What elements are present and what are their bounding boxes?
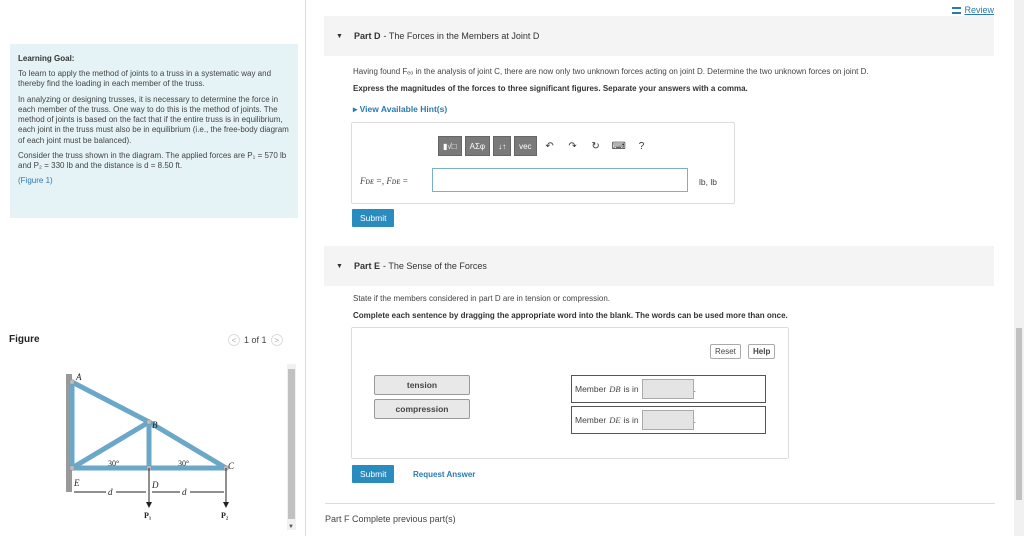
math-toolbar: ▮√□ AΣφ ↓↑ vec ↶ ↷ ↻ ⌨ ? bbox=[438, 136, 652, 156]
part-d-title: - The Forces in the Members at Joint D bbox=[383, 31, 540, 41]
symbols-button[interactable]: AΣφ bbox=[464, 136, 491, 156]
sentence-db-member: DB bbox=[609, 384, 621, 394]
main-scrollbar[interactable] bbox=[1014, 0, 1024, 536]
reset-button[interactable]: Reset bbox=[710, 344, 741, 359]
answer-box: ▮√□ AΣφ ↓↑ vec ↶ ↷ ↻ ⌨ ? Fᴅᴇ =, Fᴅᴇ = lb… bbox=[351, 122, 735, 204]
distance-label-right: d bbox=[182, 487, 187, 497]
dimension-lines bbox=[74, 468, 227, 504]
learning-goal-title: Learning Goal: bbox=[18, 54, 75, 63]
figure-title: Figure bbox=[9, 334, 40, 345]
request-answer-link[interactable]: Request Answer bbox=[413, 470, 475, 479]
angle-label-right: 30° bbox=[178, 459, 189, 468]
part-e-submit-button[interactable]: Submit bbox=[352, 465, 395, 483]
part-d-submit-button[interactable]: Submit bbox=[352, 209, 395, 227]
joint-label-e: E bbox=[73, 478, 80, 488]
angle-label-left: 30° bbox=[108, 459, 119, 468]
figure-link[interactable]: (Figure 1) bbox=[18, 176, 290, 186]
vector-button[interactable]: vec bbox=[514, 136, 537, 156]
sentence-de-suffix: is in bbox=[623, 415, 639, 425]
word-compression[interactable]: compression bbox=[374, 399, 470, 419]
blank-db[interactable] bbox=[641, 379, 694, 399]
sentence-db-prefix: Member bbox=[575, 384, 607, 394]
review-label: Review bbox=[964, 5, 994, 15]
figure-pager: < 1 of 1 > bbox=[228, 334, 283, 346]
undo-icon[interactable]: ↶ bbox=[540, 136, 560, 156]
learning-goal-text: To learn to apply the method of joints t… bbox=[18, 69, 272, 89]
load-arrows bbox=[146, 502, 229, 508]
equation-label: Fᴅᴇ =, Fᴅᴇ = bbox=[360, 176, 409, 186]
part-f-row: Part F Complete previous part(s) bbox=[325, 503, 995, 524]
joint-label-d: D bbox=[151, 480, 159, 490]
figure-page-count: 1 of 1 bbox=[244, 335, 267, 345]
templates-button[interactable]: ▮√□ bbox=[438, 136, 462, 156]
part-f-text: Complete previous part(s) bbox=[352, 514, 456, 524]
figure-scrollbar[interactable]: ▼ bbox=[287, 364, 296, 530]
intro-text: In analyzing or designing trusses, it is… bbox=[18, 94, 289, 145]
part-d-header[interactable]: ▼ Part D - The Forces in the Members at … bbox=[324, 16, 994, 56]
problem-text: Consider the truss shown in the diagram.… bbox=[18, 150, 287, 171]
right-panel: Review ▼ Part D - The Forces in the Memb… bbox=[306, 0, 1024, 536]
joint-label-b: B bbox=[152, 420, 158, 430]
review-link[interactable]: Review bbox=[952, 5, 994, 15]
part-e-text: State if the members considered in part … bbox=[353, 294, 611, 303]
help-icon[interactable]: ? bbox=[632, 136, 652, 156]
reset-icon[interactable]: ↻ bbox=[586, 136, 606, 156]
sentence-db-suffix: is in bbox=[623, 384, 639, 394]
sentence-de: Member DE is in . bbox=[571, 406, 766, 434]
collapse-triangle-icon: ▼ bbox=[336, 32, 343, 40]
learning-goal: Learning Goal: To learn to apply the met… bbox=[10, 44, 298, 218]
part-e-title: - The Sense of the Forces bbox=[383, 261, 487, 271]
blank-de[interactable] bbox=[641, 410, 694, 430]
part-e-instructions: Complete each sentence by dragging the a… bbox=[353, 311, 788, 320]
sentence-db: Member DB is in . bbox=[571, 375, 766, 403]
figure-scrollbar-thumb[interactable] bbox=[288, 369, 295, 519]
main-scrollbar-thumb[interactable] bbox=[1016, 328, 1022, 500]
collapse-triangle-icon: ▼ bbox=[336, 262, 343, 270]
joint-label-a: A bbox=[75, 372, 82, 382]
sentence-de-member: DE bbox=[609, 415, 621, 425]
distance-label-left: d bbox=[108, 487, 113, 497]
part-d-text: Having found Fₑₒ in the analysis of join… bbox=[353, 67, 869, 76]
left-panel: Learning Goal: To learn to apply the met… bbox=[0, 0, 306, 536]
part-d-label: Part D bbox=[354, 31, 381, 41]
hint-link[interactable]: ▸ View Available Hint(s) bbox=[353, 104, 447, 115]
word-tension[interactable]: tension bbox=[374, 375, 470, 395]
help-button[interactable]: Help bbox=[748, 344, 776, 359]
truss-figure: A B C D E d d 30° 30° P₁ P₂ bbox=[66, 372, 235, 520]
part-d-instructions: Express the magnitudes of the forces to … bbox=[353, 84, 748, 93]
part-f-label: Part F bbox=[325, 514, 350, 524]
part-e-label: Part E bbox=[354, 261, 381, 271]
next-figure-button[interactable]: > bbox=[270, 334, 283, 346]
keyboard-icon[interactable]: ⌨ bbox=[609, 136, 629, 156]
answer-unit: lb, lb bbox=[699, 177, 717, 187]
load-label-p1: P₁ bbox=[144, 511, 152, 520]
part-e-header[interactable]: ▼ Part E - The Sense of the Forces bbox=[324, 246, 994, 286]
prev-figure-button[interactable]: < bbox=[228, 334, 240, 346]
truss-members bbox=[69, 379, 228, 471]
drag-drop-area: Reset Help tension compression Member DB… bbox=[351, 327, 789, 459]
joint-label-c: C bbox=[228, 461, 235, 471]
arrows-button[interactable]: ↓↑ bbox=[493, 136, 512, 156]
hint-label: View Available Hint(s) bbox=[359, 104, 448, 114]
review-icon bbox=[952, 6, 962, 14]
sentence-de-prefix: Member bbox=[575, 415, 607, 425]
load-label-p2: P₂ bbox=[221, 511, 229, 520]
answer-input[interactable] bbox=[432, 168, 688, 192]
scroll-down-icon[interactable]: ▼ bbox=[288, 524, 294, 530]
redo-icon[interactable]: ↷ bbox=[563, 136, 583, 156]
